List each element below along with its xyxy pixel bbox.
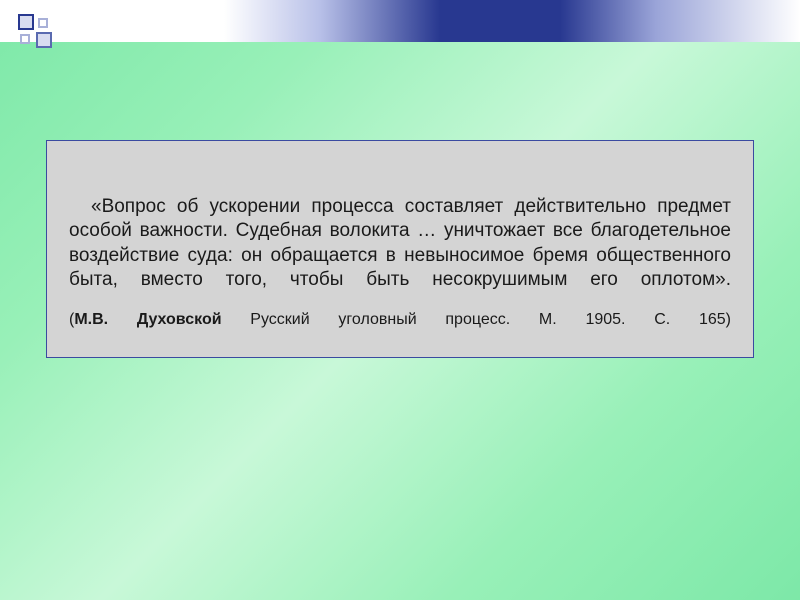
header-bar	[0, 0, 800, 42]
logo-square-icon	[38, 18, 48, 28]
quote-citation: (М.В. Духовской Русский уголовный процес…	[69, 310, 731, 331]
quote-box: «Вопрос об ускорении процесса составляет…	[46, 140, 754, 358]
quote-text: «Вопрос об ускорении процесса составляет…	[69, 195, 731, 292]
logo-square-icon	[20, 34, 30, 44]
logo-squares	[18, 14, 54, 50]
quote-body: «Вопрос об ускорении процесса составляет…	[69, 196, 731, 290]
logo-square-icon	[18, 14, 34, 30]
citation-rest: Русский уголовный процесс. М. 1905. С. 1…	[222, 311, 731, 328]
logo-square-icon	[36, 32, 52, 48]
citation-author: М.В. Духовской	[74, 311, 221, 328]
